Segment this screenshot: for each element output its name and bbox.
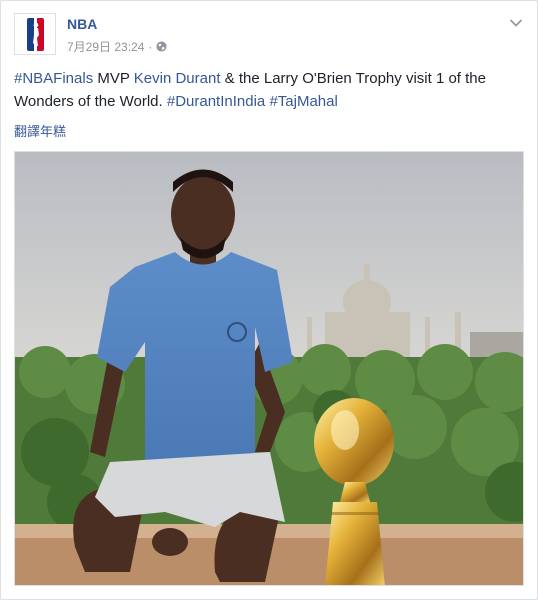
hashtag-tajmahal[interactable]: #TajMahal (269, 93, 337, 110)
photo-scene (15, 152, 523, 585)
meta-separator: · (148, 39, 153, 54)
mention-kevin-durant[interactable]: Kevin Durant (134, 70, 221, 87)
chevron-down-icon (510, 19, 522, 27)
globe-icon[interactable] (156, 41, 167, 52)
timestamp[interactable]: 7月29日 23:24 (67, 38, 144, 55)
see-translation-link[interactable]: 翻譯年糕 (14, 121, 66, 140)
post-card: NBA 7月29日 23:24 · #NBAFinals MVP Kevin D… (0, 0, 538, 600)
post-meta: 7月29日 23:24 · (67, 38, 167, 55)
post-menu-button[interactable] (508, 15, 524, 31)
post-caption: #NBAFinals MVP Kevin Durant & the Larry … (14, 67, 524, 113)
caption-text-mvp: MVP (93, 70, 134, 87)
post-photo[interactable] (14, 151, 524, 586)
hashtag-durantinindia[interactable]: #DurantInIndia (167, 93, 265, 110)
nba-logo-icon (27, 18, 44, 51)
hashtag-nbafinals[interactable]: #NBAFinals (14, 70, 93, 87)
page-name[interactable]: NBA (67, 16, 97, 32)
page-avatar[interactable] (14, 13, 56, 55)
post-header: NBA 7月29日 23:24 · (14, 13, 524, 59)
